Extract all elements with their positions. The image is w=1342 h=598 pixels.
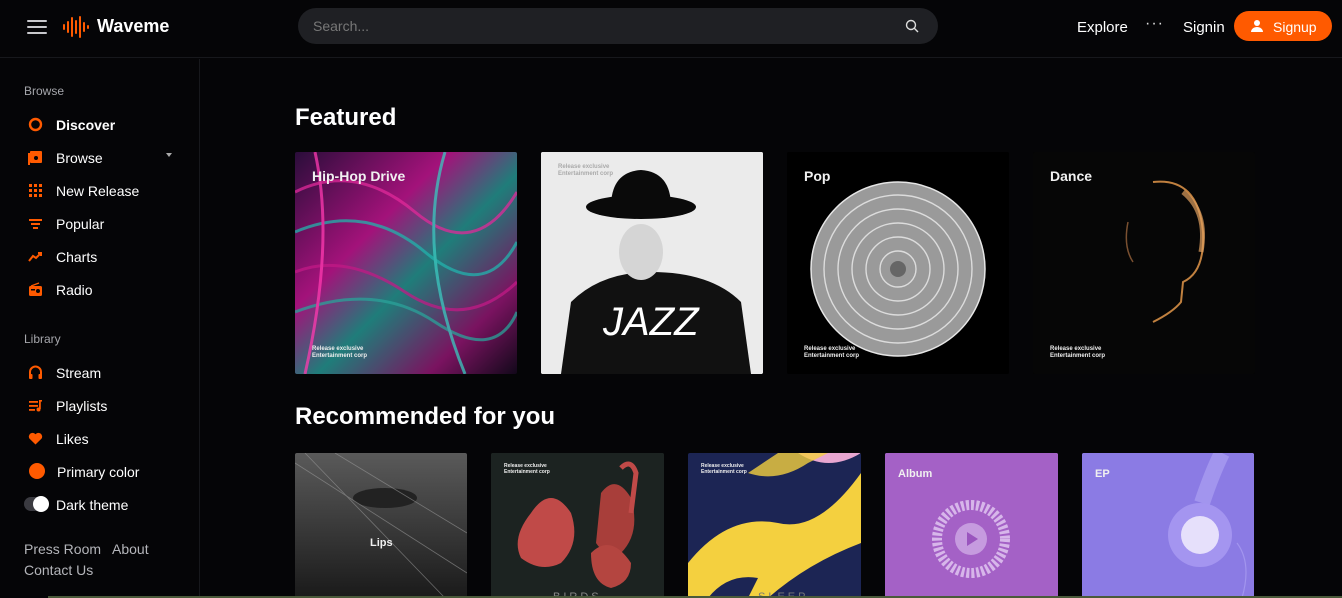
featured-card-pop[interactable]: Pop Release exclusive Entertainment corp xyxy=(787,152,1009,374)
search-bar xyxy=(298,8,938,44)
explore-link[interactable]: Explore xyxy=(1077,19,1128,36)
app-logo-text[interactable]: Waveme xyxy=(97,16,169,37)
recommended-card-sleep[interactable]: SLEEP Release exclusive Entertainment co… xyxy=(688,453,861,598)
sidebar-item-label: Popular xyxy=(56,216,105,232)
card-title: Album xyxy=(898,468,933,480)
menu-icon[interactable] xyxy=(27,20,47,34)
search-icon[interactable] xyxy=(905,19,919,33)
main-content: Featured Hip-Hop Drive Release exclusive… xyxy=(201,59,1342,598)
contact-us-link[interactable]: Contact Us xyxy=(24,562,93,578)
recommended-heading: Recommended for you xyxy=(295,403,556,430)
album-art-image xyxy=(295,453,467,598)
playlist-icon xyxy=(29,400,42,412)
card-caption: Release exclusive Entertainment corp xyxy=(1050,346,1106,359)
sidebar-item-dark-theme[interactable]: Dark theme xyxy=(24,494,184,516)
card-title: Pop xyxy=(804,168,831,184)
sidebar-item-discover[interactable]: Discover xyxy=(24,114,184,136)
press-room-link[interactable]: Press Room xyxy=(24,541,101,557)
sidebar-item-label: Dark theme xyxy=(56,497,129,513)
sidebar-item-label: Radio xyxy=(56,282,93,298)
radio-icon xyxy=(29,282,42,296)
grid-icon xyxy=(29,184,42,197)
search-input[interactable] xyxy=(313,17,873,35)
card-caption: Release exclusive Entertainment corp xyxy=(701,463,747,475)
card-title: Lips xyxy=(370,537,393,549)
recommended-card-lips[interactable]: Lips xyxy=(295,453,467,598)
discover-icon xyxy=(28,117,43,132)
card-title: Hip-Hop Drive xyxy=(312,168,406,184)
featured-card-jazz[interactable]: JAZZ Release exclusive Entertainment cor… xyxy=(541,152,763,374)
sidebar-item-browse[interactable]: Browse xyxy=(24,147,184,169)
popular-icon xyxy=(29,219,42,229)
card-title: Dance xyxy=(1050,168,1093,184)
sidebar-item-radio[interactable]: Radio xyxy=(24,279,184,301)
heart-icon xyxy=(28,432,43,445)
featured-card-dance[interactable]: Dance Release exclusive Entertainment co… xyxy=(1033,152,1255,374)
library-section-title: Library xyxy=(24,332,61,346)
chevron-down-icon[interactable] xyxy=(166,153,172,157)
sidebar-item-label: New Release xyxy=(56,183,140,199)
top-bar: Waveme Explore ··· Signin Signup xyxy=(0,0,1342,58)
sidebar-item-stream[interactable]: Stream xyxy=(24,362,184,384)
sidebar-item-likes[interactable]: Likes xyxy=(24,428,184,450)
more-menu-icon[interactable]: ··· xyxy=(1145,15,1164,33)
sidebar-item-charts[interactable]: Charts xyxy=(24,246,184,268)
sidebar-item-new-release[interactable]: New Release xyxy=(24,180,184,202)
browse-icon xyxy=(28,151,42,165)
sidebar-item-label: Playlists xyxy=(56,398,108,414)
card-caption: Release exclusive Entertainment corp xyxy=(558,164,614,177)
toggle-icon[interactable] xyxy=(24,496,49,512)
sidebar-item-label: Primary color xyxy=(57,464,140,480)
card-title: JAZZ xyxy=(603,300,699,344)
signup-button[interactable]: Signup xyxy=(1234,11,1332,41)
signin-link[interactable]: Signin xyxy=(1183,19,1225,36)
sidebar-item-playlists[interactable]: Playlists xyxy=(24,395,184,417)
recommended-card-ep[interactable]: EP xyxy=(1082,453,1254,598)
sidebar-item-label: Stream xyxy=(56,365,102,381)
headphones-icon xyxy=(29,365,42,379)
color-dot-icon[interactable] xyxy=(29,463,45,479)
about-link[interactable]: About xyxy=(112,541,149,557)
sidebar: Browse Discover Browse New Release Popul… xyxy=(0,59,200,598)
featured-card-hiphop[interactable]: Hip-Hop Drive Release exclusive Entertai… xyxy=(295,152,517,374)
sidebar-item-label: Charts xyxy=(56,249,98,265)
sidebar-item-popular[interactable]: Popular xyxy=(24,213,184,235)
sidebar-item-label: Likes xyxy=(56,431,89,447)
user-icon xyxy=(1251,20,1263,32)
signup-label: Signup xyxy=(1273,19,1317,35)
recommended-card-album[interactable]: Album xyxy=(885,453,1058,598)
card-caption: Release exclusive Entertainment corp xyxy=(504,463,550,475)
sidebar-item-label: Discover xyxy=(56,117,116,133)
card-caption: Release exclusive Entertainment corp xyxy=(312,346,368,359)
sidebar-item-label: Browse xyxy=(56,150,103,166)
card-caption: Release exclusive Entertainment corp xyxy=(804,346,860,359)
waveform-logo-icon xyxy=(63,16,89,38)
sidebar-item-primary-color[interactable]: Primary color xyxy=(24,461,184,483)
browse-section-title: Browse xyxy=(24,84,65,98)
card-title: EP xyxy=(1095,468,1110,480)
trend-icon xyxy=(28,252,42,262)
featured-heading: Featured xyxy=(295,104,397,131)
recommended-card-birds[interactable]: BIRDS Release exclusive Entertainment co… xyxy=(491,453,664,598)
